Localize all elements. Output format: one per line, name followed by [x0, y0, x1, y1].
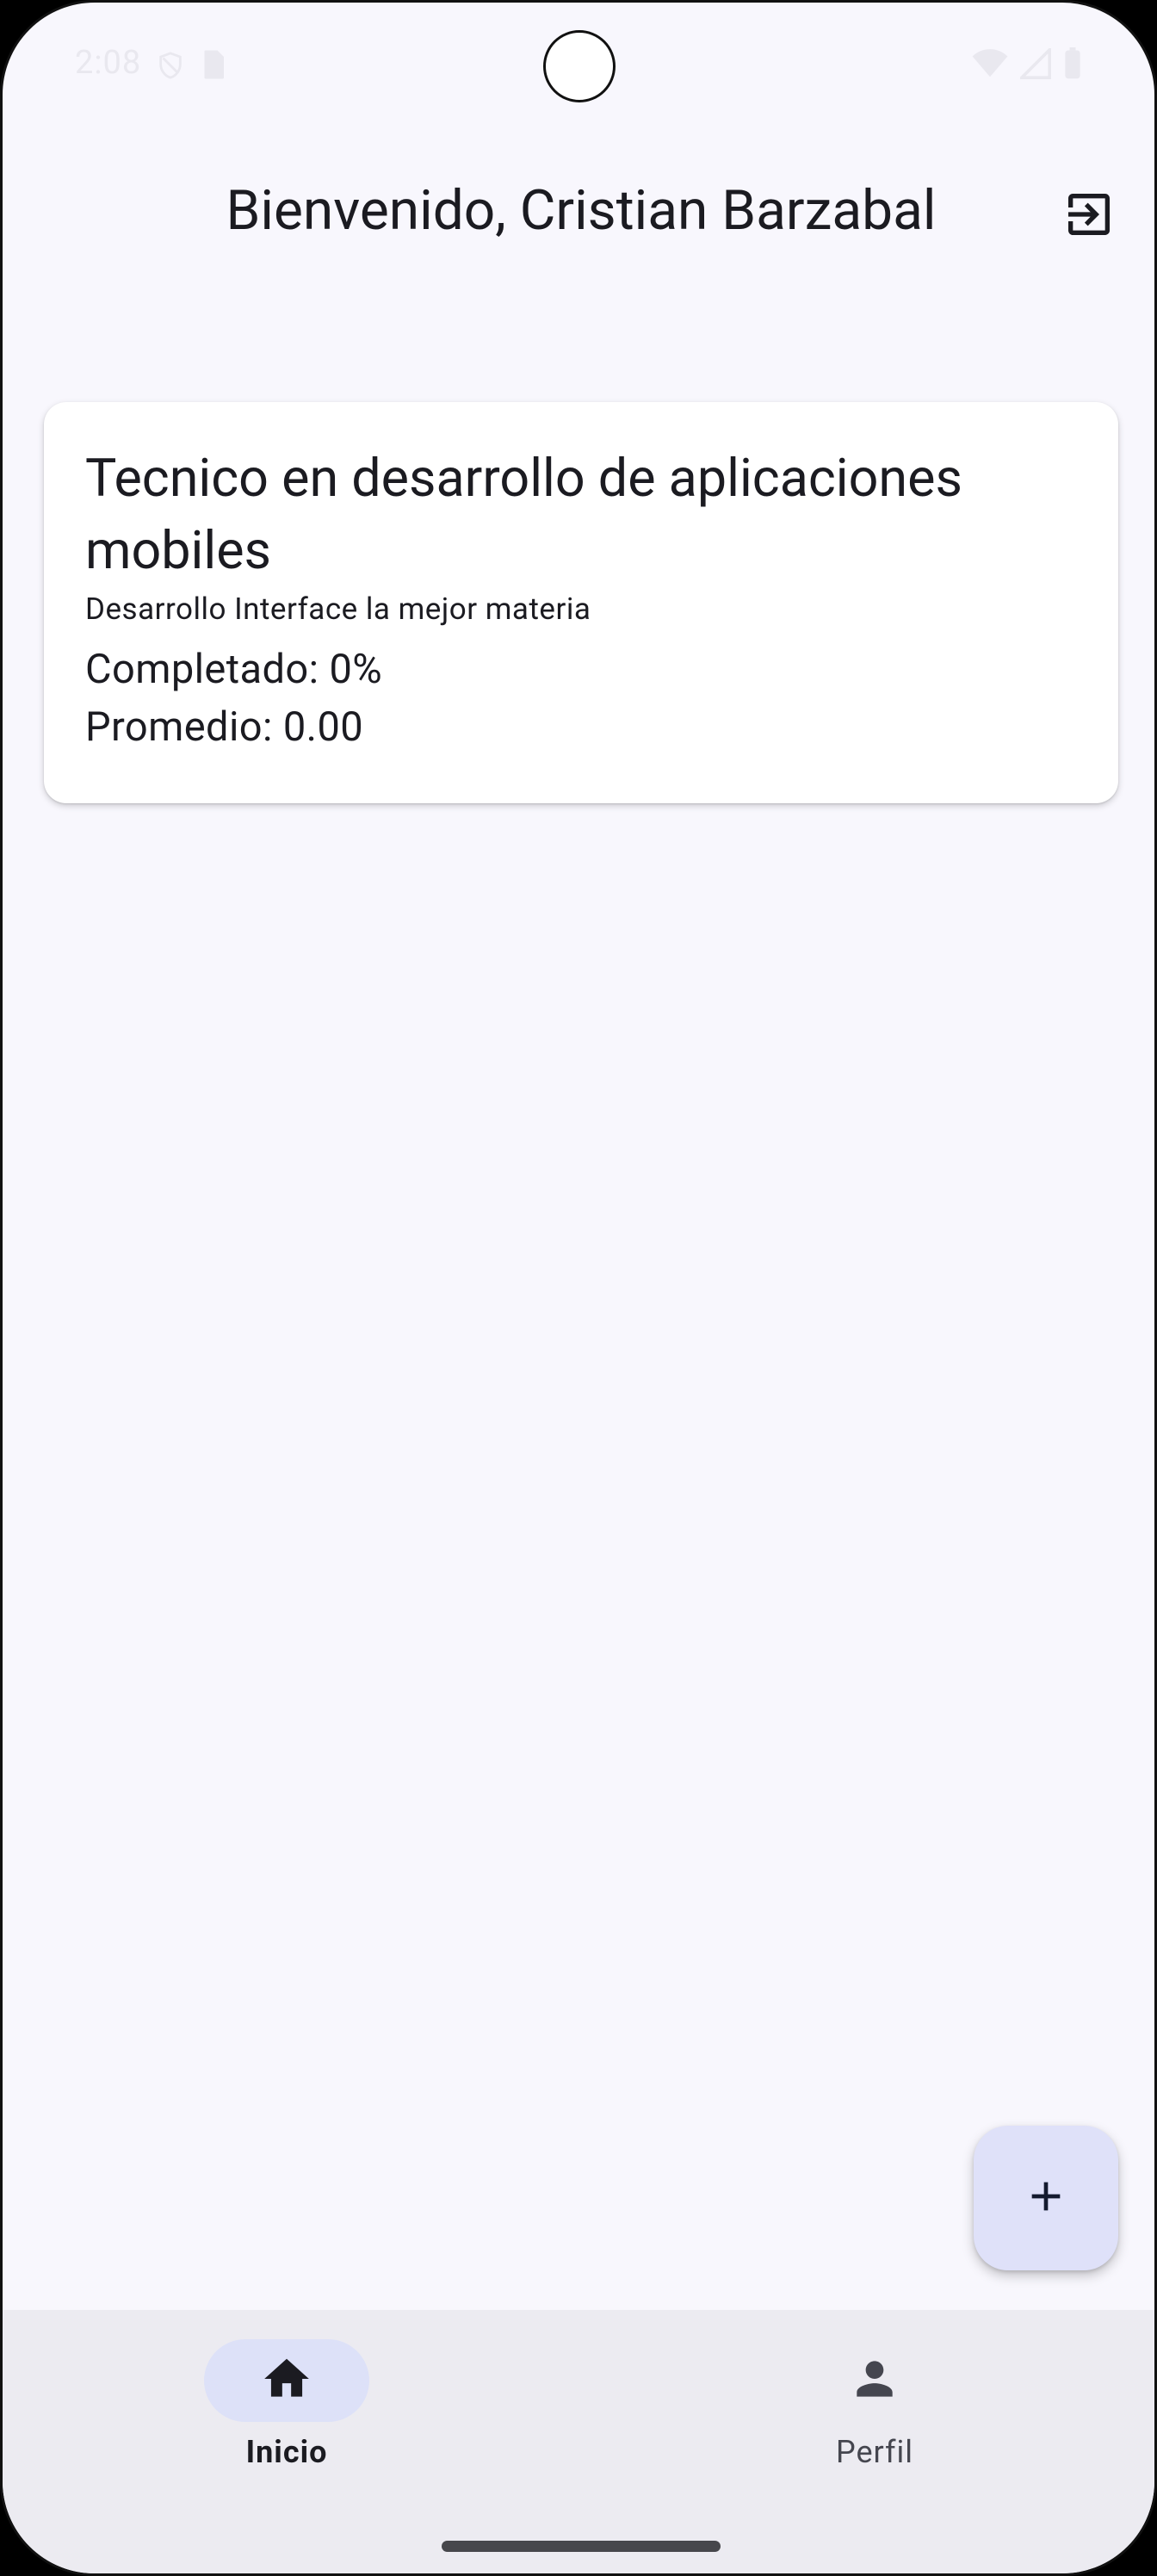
status-left-icons — [156, 49, 226, 85]
gesture-home-indicator[interactable] — [442, 2541, 721, 2552]
course-subtitle: Desarrollo Interface la mejor materia — [85, 591, 591, 627]
sim-card-icon — [201, 49, 226, 85]
plus-icon — [1022, 2172, 1070, 2224]
nav-item-perfil[interactable]: Perfil — [702, 2339, 1047, 2470]
nav-item-inicio[interactable]: Inicio — [114, 2339, 459, 2470]
nav-label-perfil: Perfil — [835, 2434, 914, 2470]
person-icon — [848, 2352, 901, 2409]
logout-icon — [1061, 187, 1117, 245]
nav-icon-container — [792, 2339, 957, 2422]
nav-active-indicator — [204, 2339, 369, 2422]
signal-icon — [1018, 46, 1051, 83]
status-time: 2:08 — [75, 44, 142, 82]
nav-label-inicio: Inicio — [245, 2434, 328, 2470]
logout-button[interactable] — [1058, 185, 1120, 247]
battery-icon — [1063, 47, 1082, 84]
device-frame: 2:08 Bienvenido, Cristian Barzabal Tecni… — [0, 0, 1157, 2576]
app-screen: 2:08 Bienvenido, Cristian Barzabal Tecni… — [0, 0, 1157, 2576]
welcome-title: Bienvenido, Cristian Barzabal — [226, 178, 937, 243]
shield-icon — [156, 49, 185, 85]
course-title: Tecnico en desarrollo de aplicaciones mo… — [85, 447, 962, 581]
add-course-button[interactable] — [974, 2126, 1118, 2270]
course-average: Promedio: 0.00 — [85, 703, 364, 751]
status-right-icons — [972, 46, 1082, 84]
course-completed: Completado: 0% — [85, 646, 383, 693]
home-icon — [260, 2352, 313, 2409]
course-card[interactable]: Tecnico en desarrollo de aplicaciones mo… — [44, 402, 1118, 803]
wifi-icon — [972, 49, 1008, 82]
bottom-navigation: Inicio Perfil — [3, 2310, 1154, 2573]
camera-cutout — [543, 30, 616, 102]
